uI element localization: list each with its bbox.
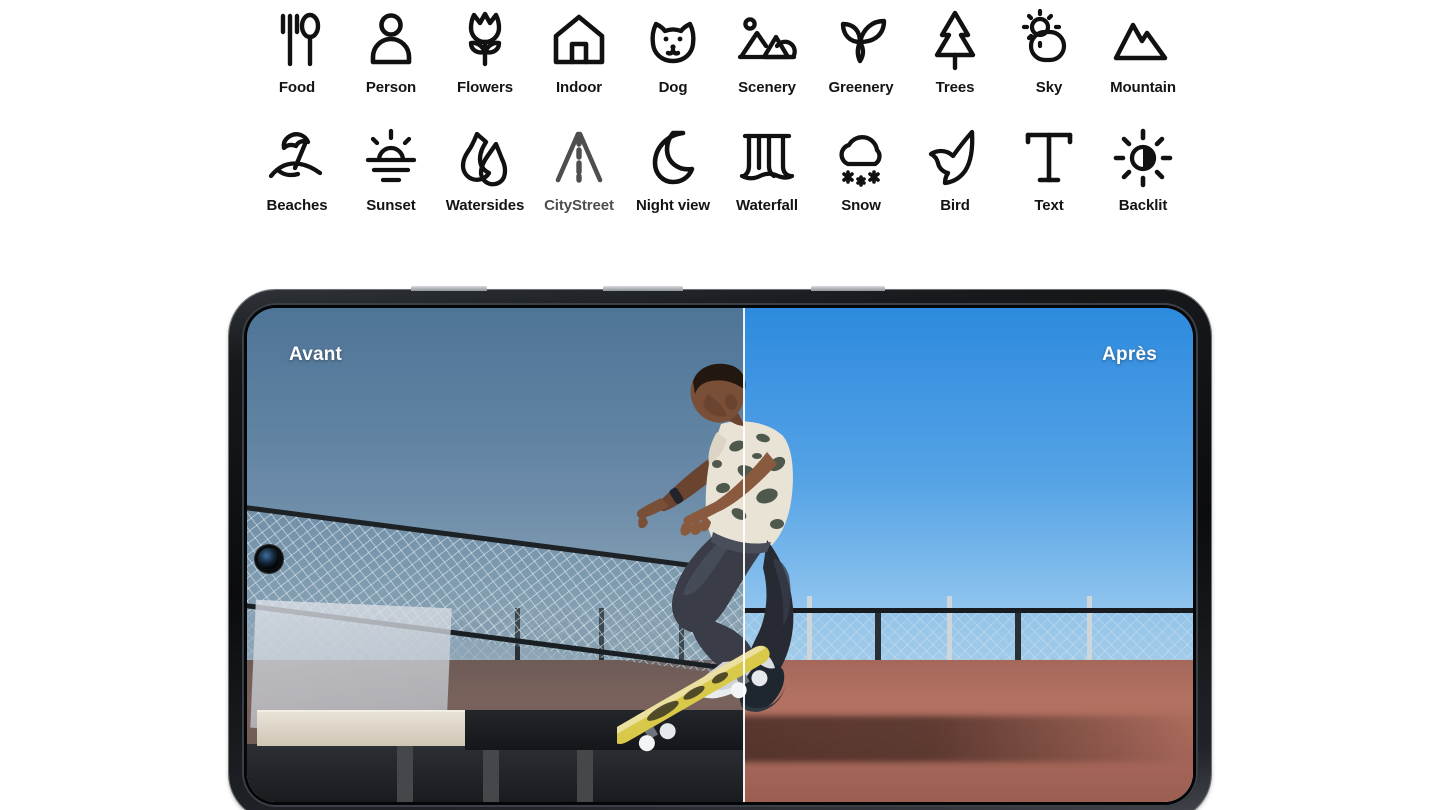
scene-item-food[interactable]: Food [250, 4, 344, 122]
after-label: Après [1102, 344, 1157, 365]
scene-label: Sky [1035, 79, 1063, 96]
tulip-icon [449, 4, 521, 76]
power-key[interactable] [811, 286, 885, 291]
beach-parasol-icon [261, 122, 333, 194]
bench-post [483, 746, 499, 802]
waterfall-icon [731, 122, 803, 194]
scene-label: Trees [935, 79, 975, 96]
sunset-icon [355, 122, 427, 194]
bird-icon [919, 122, 991, 194]
scene-label: Person [365, 79, 417, 96]
scene-item-night-view[interactable]: Night view [626, 122, 720, 240]
scene-label: Backlit [1118, 197, 1168, 214]
water-drops-icon [449, 122, 521, 194]
scene-label: Snow [841, 197, 881, 214]
phone-bezel: Avant Après [242, 303, 1198, 807]
leaves-icon [825, 4, 897, 76]
scene-label: Bird [940, 197, 970, 214]
volume-down-key[interactable] [603, 286, 683, 291]
scene-item-waterfall[interactable]: Waterfall [720, 122, 814, 240]
house-icon [543, 4, 615, 76]
pine-tree-icon [919, 4, 991, 76]
phone-screen[interactable]: Avant Après [247, 308, 1193, 802]
fork-and-spoon-icon [261, 4, 333, 76]
before-label: Avant [289, 344, 343, 365]
scene-label: Text [1034, 197, 1064, 214]
scene-item-watersides[interactable]: Watersides [438, 122, 532, 240]
scene-type-grid: Food Person Flowers Indoor Dog Scenery G… [250, 4, 1190, 240]
dog-face-icon [637, 4, 709, 76]
scene-label: Food [278, 79, 316, 96]
scene-label: Dog [658, 79, 688, 96]
backlit-sun-icon [1107, 122, 1179, 194]
wood-plank [257, 710, 469, 746]
scene-item-backlit[interactable]: Backlit [1096, 122, 1190, 240]
scene-item-bird[interactable]: Bird [908, 122, 1002, 240]
scene-item-greenery[interactable]: Greenery [814, 4, 908, 122]
scene-item-dog[interactable]: Dog [626, 4, 720, 122]
scene-item-person[interactable]: Person [344, 4, 438, 122]
scene-label: Night view [635, 197, 710, 214]
scene-label: Sunset [366, 197, 416, 214]
scene-item-text[interactable]: Text [1002, 122, 1096, 240]
scene-label: CityStreet [544, 197, 614, 214]
person-icon [355, 4, 427, 76]
bench-post [397, 746, 413, 802]
landscape-icon [731, 4, 803, 76]
volume-up-key[interactable] [411, 286, 487, 291]
scene-label: Mountain [1110, 79, 1176, 96]
scene-label: Indoor [555, 79, 603, 96]
mountain-icon [1107, 4, 1179, 76]
road-icon [543, 122, 615, 194]
scene-item-mountain[interactable]: Mountain [1096, 4, 1190, 122]
bench-post [577, 746, 593, 802]
scene-label: Scenery [738, 79, 796, 96]
before-after-divider[interactable] [743, 308, 745, 802]
scene-item-indoor[interactable]: Indoor [532, 4, 626, 122]
scene-item-sunset[interactable]: Sunset [344, 122, 438, 240]
scene-label: Waterfall [736, 197, 798, 214]
scene-label: Beaches [266, 197, 328, 214]
crescent-moon-icon [637, 122, 709, 194]
phone-device: Avant Après [229, 286, 1211, 810]
scene-item-citystreet[interactable]: CityStreet [532, 122, 626, 240]
scene-label: Flowers [457, 79, 513, 96]
skateboarder-subject [617, 360, 847, 760]
snow-cloud-icon [825, 122, 897, 194]
scene-item-flowers[interactable]: Flowers [438, 4, 532, 122]
sun-cloud-icon [1013, 4, 1085, 76]
scene-label: Greenery [828, 79, 894, 96]
scene-item-scenery[interactable]: Scenery [720, 4, 814, 122]
scene-label: Watersides [445, 197, 525, 214]
page-root: Food Person Flowers Indoor Dog Scenery G… [0, 0, 1440, 810]
scene-item-sky[interactable]: Sky [1002, 4, 1096, 122]
punch-hole-camera-icon [258, 548, 280, 570]
scene-item-snow[interactable]: Snow [814, 122, 908, 240]
scene-item-beaches[interactable]: Beaches [250, 122, 344, 240]
scene-item-trees[interactable]: Trees [908, 4, 1002, 122]
text-t-icon [1013, 122, 1085, 194]
